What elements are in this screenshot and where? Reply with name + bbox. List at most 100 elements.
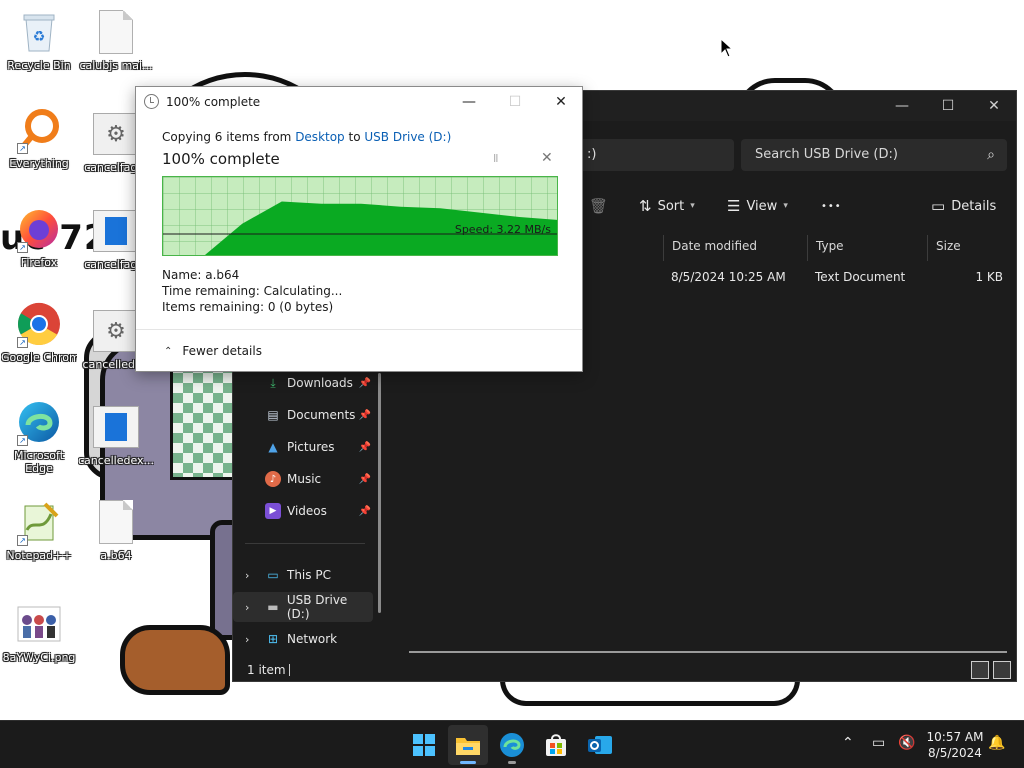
details-view-button[interactable]	[971, 661, 989, 679]
system-clock[interactable]: 10:57 AM 8/5/2024	[922, 729, 988, 761]
dialog-close-button[interactable]: ✕	[538, 87, 584, 117]
explorer-maximize-button[interactable]: ☐	[925, 91, 971, 121]
desktop-icon-notepadpp[interactable]: ↗ Notepad++	[1, 498, 77, 562]
dialog-minimize-button[interactable]: —	[446, 87, 492, 117]
edge-icon	[500, 733, 524, 757]
firefox-icon: ↗	[15, 205, 63, 253]
details-pane-button[interactable]: ▭ Details	[931, 193, 996, 219]
sidebar-item-usb-drive[interactable]: › ▬ USB Drive (D:)	[233, 592, 373, 622]
explorer-close-button[interactable]: ✕	[971, 91, 1017, 121]
desktop-icon-label: cancelledex...	[78, 454, 154, 467]
file-date-modified: 8/5/2024 10:25 AM	[671, 270, 786, 284]
desktop-icon-label: Microsoft Edge	[13, 449, 65, 475]
column-header-type[interactable]: Type	[807, 235, 927, 261]
column-header-size[interactable]: Size	[927, 235, 1006, 261]
blue-document-icon	[92, 403, 140, 451]
desktop-icon-label: calubjs mai...	[79, 59, 153, 72]
sidebar-item-videos[interactable]: ▶ Videos 📌	[233, 496, 373, 526]
running-indicator	[508, 761, 516, 764]
pin-icon: 📌	[358, 377, 371, 389]
wallpaper-character-shoe	[120, 625, 230, 695]
volume-muted-icon[interactable]: 🔇	[898, 735, 915, 751]
table-row[interactable]: 8/5/2024 10:25 AM Text Document 1 KB	[661, 265, 1006, 289]
file-type: Text Document	[815, 270, 906, 284]
desktop-icon-firefox[interactable]: ↗ Firefox	[1, 205, 77, 269]
sort-label: Sort	[657, 198, 685, 214]
sidebar-scrollbar[interactable]	[378, 373, 381, 613]
source-link[interactable]: Desktop	[295, 130, 345, 144]
outlook-icon	[588, 736, 612, 754]
dialog-maximize-button: ☐	[508, 94, 522, 110]
search-icon: ⌕	[987, 147, 995, 163]
search-input[interactable]: Search USB Drive (D:) ⌕	[741, 139, 1007, 171]
network-status-icon[interactable]: ▭	[872, 735, 885, 751]
current-file-name: Name: a.b64	[162, 268, 240, 282]
start-button[interactable]	[404, 725, 444, 765]
taskbar-edge[interactable]	[492, 725, 532, 765]
pin-icon: 📌	[358, 473, 371, 485]
sidebar-item-downloads[interactable]: ⤓ Downloads 📌	[233, 368, 373, 398]
pause-button[interactable]: II	[493, 152, 498, 165]
desktop-icon-recycle-bin[interactable]: ♻ Recycle Bin	[1, 8, 77, 72]
fewer-details-label: Fewer details	[182, 344, 262, 358]
details-label: Details	[951, 198, 997, 214]
taskbar: ⌃ ▭ 🔇 10:57 AM 8/5/2024 🔔	[0, 720, 1024, 768]
more-options-button[interactable]: •••	[821, 193, 842, 219]
sidebar-item-music[interactable]: ♪ Music 📌	[233, 464, 373, 494]
recycle-bin-icon: ♻	[15, 8, 63, 56]
desktop-icon-label: Firefox	[20, 256, 58, 269]
cancel-copy-button[interactable]: ✕	[541, 150, 553, 166]
desktop-icon-label: Notepad++	[6, 549, 72, 562]
sidebar-item-network[interactable]: › ⊞ Network	[233, 624, 373, 654]
column-headers: Date modified Type Size	[661, 235, 1006, 261]
destination-link[interactable]: USB Drive (D:)	[364, 130, 451, 144]
taskbar-file-explorer[interactable]	[448, 725, 488, 765]
music-icon: ♪	[265, 471, 281, 487]
chevron-right-icon[interactable]: ›	[245, 601, 249, 614]
notification-bell-icon[interactable]: 🔔	[988, 735, 1005, 751]
active-indicator	[460, 761, 476, 764]
edge-icon: ↗	[15, 398, 63, 446]
address-bar[interactable]: :)	[579, 139, 734, 171]
pin-icon: 📌	[358, 409, 371, 421]
sidebar-item-pictures[interactable]: ▲ Pictures 📌	[233, 432, 373, 462]
desktop-icon-chrome[interactable]: ↗ Google Chrome	[1, 300, 77, 364]
view-icon: ☰	[727, 197, 741, 215]
desktop-icon-cancelledex[interactable]: cancelledex...	[78, 403, 154, 467]
chevron-right-icon[interactable]: ›	[245, 633, 249, 646]
delete-button[interactable]: 🗑	[589, 193, 608, 219]
taskbar-outlook[interactable]	[580, 725, 620, 765]
desktop-icon-ab64[interactable]: a.b64	[78, 498, 154, 562]
chevron-right-icon[interactable]: ›	[245, 569, 249, 582]
desktop-icon-label: Google Chrome	[1, 351, 77, 364]
clock-icon	[144, 94, 159, 109]
column-header-date[interactable]: Date modified	[663, 235, 807, 261]
copy-progress-dialog[interactable]: 100% complete — ☐ ✕ Copying 6 items from…	[135, 86, 583, 372]
mouse-cursor-icon	[720, 38, 734, 58]
everything-search-icon: ↗	[15, 106, 63, 154]
view-button[interactable]: ☰ View ▾	[727, 193, 788, 219]
start-icon	[413, 734, 435, 756]
sidebar-item-documents[interactable]: ▤ Documents 📌	[233, 400, 373, 430]
sidebar-item-this-pc[interactable]: › ▭ This PC	[233, 560, 373, 590]
view-label: View	[746, 198, 778, 214]
sort-button[interactable]: ⇅ Sort ▾	[639, 193, 695, 219]
details-pane-icon: ▭	[931, 197, 946, 215]
horizontal-scrollbar[interactable]	[409, 651, 1007, 653]
desktop-icon-label: 8aYWyCi.png	[2, 651, 76, 664]
desktop-icon-png[interactable]: 8aYWyCi.png	[1, 600, 77, 664]
desktop-icon-calubjs[interactable]: calubjs mai...	[78, 8, 154, 72]
chevron-down-icon: ▾	[783, 201, 788, 211]
videos-icon: ▶	[265, 503, 281, 519]
show-hidden-icons-button[interactable]: ⌃	[842, 735, 854, 751]
taskbar-store[interactable]	[536, 725, 576, 765]
dialog-titlebar[interactable]: 100% complete — ☐ ✕	[136, 87, 582, 117]
desktop-icon-everything[interactable]: ↗ Everything	[1, 106, 77, 170]
sidebar-item-label: Videos	[287, 504, 327, 518]
sidebar-divider	[245, 543, 365, 544]
pin-icon: 📌	[358, 441, 371, 453]
large-icons-view-button[interactable]	[993, 661, 1011, 679]
explorer-minimize-button[interactable]: —	[879, 91, 925, 121]
desktop-icon-edge[interactable]: ↗ Microsoft Edge	[1, 398, 77, 475]
fewer-details-button[interactable]: ⌃ Fewer details	[164, 344, 262, 358]
